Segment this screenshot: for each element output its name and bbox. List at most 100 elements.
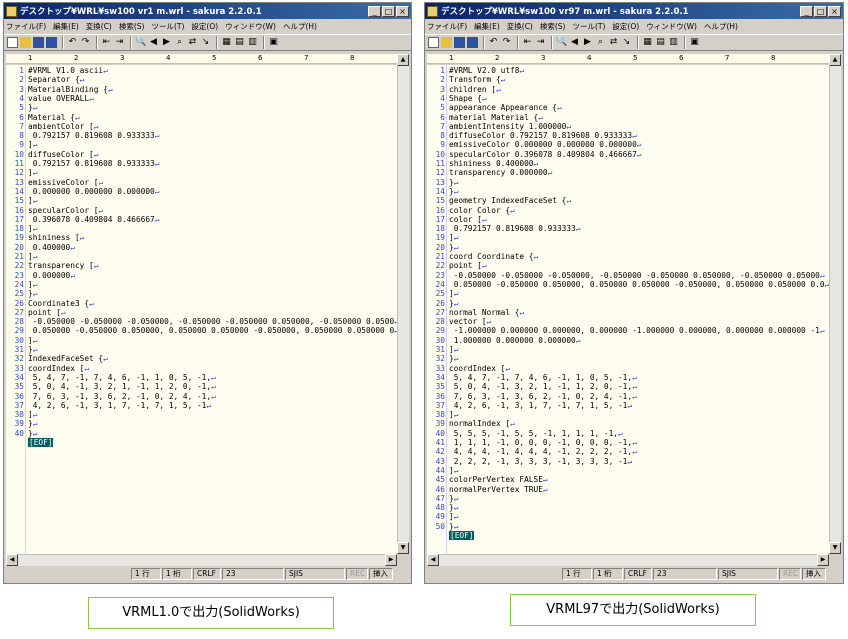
code-content: transparency 0.000000 (449, 168, 548, 178)
menu-help[interactable]: ヘルプ(H) (704, 21, 738, 32)
line-break-mark: ↵ (453, 345, 459, 354)
line-break-mark: ↵ (84, 363, 90, 373)
horizontal-scrollbar[interactable]: ◀ ▶ (427, 554, 829, 566)
search-prev-icon[interactable]: ◀ (569, 37, 580, 48)
code-line: 31}↵ (6, 345, 397, 354)
menu-edit[interactable]: 編集(E) (53, 21, 79, 32)
scroll-up-button[interactable]: ▲ (397, 54, 409, 66)
maximize-button[interactable]: □ (814, 5, 827, 17)
code-line: 10 diffuseColor [↵ (6, 150, 397, 159)
search-next-icon[interactable]: ▶ (161, 37, 172, 48)
new-file-icon[interactable] (428, 37, 439, 48)
replace-icon[interactable]: ⇄ (608, 37, 619, 48)
search-prev-icon[interactable]: ◀ (148, 37, 159, 48)
code-text: normal Normal {↵ (449, 308, 524, 317)
code-content: Material { (28, 112, 75, 122)
scroll-left-button[interactable]: ◀ (427, 554, 439, 566)
back-icon[interactable]: ⇤ (101, 37, 112, 48)
line-break-mark: ↵ (575, 335, 581, 345)
code-content: 4, 4, 4, -1, 4, 4, 4, -1, 2, 2, 2, -1, (449, 447, 633, 457)
settings-icon[interactable]: ▣ (268, 37, 279, 48)
line-break-mark: ↵ (93, 149, 99, 159)
code-line: 32}↵ (427, 354, 829, 363)
title-bar[interactable]: デスクトップ¥WRL¥sw100 vr97 m.wrl - sakura 2.2… (425, 3, 843, 19)
grep-icon[interactable]: ⌕ (174, 37, 185, 48)
search-next-icon[interactable]: ▶ (582, 37, 593, 48)
save-all-icon[interactable] (467, 37, 478, 48)
scroll-right-button[interactable]: ▶ (817, 554, 829, 566)
code-line: 14 0.000000 0.000000 0.000000↵ (6, 187, 397, 196)
code-content: vector [ (449, 317, 487, 327)
undo-icon[interactable]: ↶ (488, 37, 499, 48)
settings-icon[interactable]: ▣ (689, 37, 700, 48)
line-number: 38 (14, 410, 24, 420)
menu-file[interactable]: ファイル(F) (6, 21, 46, 32)
minimize-button[interactable]: _ (368, 5, 381, 17)
code-line: 15]↵ (6, 196, 397, 205)
new-file-icon[interactable] (7, 37, 18, 48)
jump-icon[interactable]: ↘ (200, 37, 211, 48)
line-number: 2 (19, 75, 24, 85)
line-number: 8 (19, 131, 24, 141)
menu-window[interactable]: ウィンドウ(W) (225, 21, 276, 32)
menu-convert[interactable]: 変換(C) (507, 21, 533, 32)
scroll-up-button[interactable]: ▲ (829, 54, 841, 66)
menu-help[interactable]: ヘルプ(H) (283, 21, 317, 32)
menu-file[interactable]: ファイル(F) (427, 21, 467, 32)
menu-search[interactable]: 検索(S) (119, 21, 145, 32)
save-icon[interactable] (454, 37, 465, 48)
line-break-mark: ↵ (519, 307, 525, 317)
compare-icon[interactable]: ▦ (642, 37, 653, 48)
open-folder-icon[interactable] (441, 37, 452, 48)
forward-icon[interactable]: ⇥ (535, 37, 546, 48)
scroll-down-button[interactable]: ▼ (397, 542, 409, 554)
line-number: 7 (440, 121, 445, 131)
line-break-mark: ↵ (32, 428, 38, 438)
vertical-scrollbar[interactable]: ▲ ▼ (397, 54, 409, 554)
back-icon[interactable]: ⇤ (522, 37, 533, 48)
close-button[interactable]: × (828, 5, 841, 17)
grep-icon[interactable]: ⌕ (595, 37, 606, 48)
menu-settings[interactable]: 設定(O) (612, 21, 639, 32)
menu-edit[interactable]: 編集(E) (474, 21, 500, 32)
horizontal-scrollbar[interactable]: ◀ ▶ (6, 554, 397, 566)
menu-tools[interactable]: ツール(T) (151, 21, 184, 32)
replace-icon[interactable]: ⇄ (187, 37, 198, 48)
close-button[interactable]: × (396, 5, 409, 17)
tag-jump-icon[interactable]: ▥ (668, 37, 679, 48)
scroll-left-button[interactable]: ◀ (6, 554, 18, 566)
window-title: デスクトップ¥WRL¥sw100 vr1 m.wrl - sakura 2.2.… (20, 7, 262, 17)
menu-window[interactable]: ウィンドウ(W) (646, 21, 697, 32)
vertical-scrollbar[interactable]: ▲ ▼ (829, 54, 841, 554)
code-line: 17 0.396078 0.409804 0.466667↵ (6, 215, 397, 224)
save-icon[interactable] (33, 37, 44, 48)
search-icon[interactable]: 🔍 (135, 37, 146, 48)
menu-convert[interactable]: 変換(C) (86, 21, 112, 32)
tag-jump-icon[interactable]: ▥ (247, 37, 258, 48)
open-folder-icon[interactable] (20, 37, 31, 48)
compare-icon[interactable]: ▦ (221, 37, 232, 48)
maximize-button[interactable]: □ (382, 5, 395, 17)
minimize-button[interactable]: _ (800, 5, 813, 17)
text-editor-area[interactable]: 1 #VRML V1.0 ascii↵ 2 Separator {↵ 3 Material… (6, 65, 397, 554)
menu-settings[interactable]: 設定(O) (191, 21, 218, 32)
title-bar[interactable]: デスクトップ¥WRL¥sw100 vr1 m.wrl - sakura 2.2.… (4, 3, 411, 19)
status-eol: CRLF (193, 568, 221, 580)
outline-icon[interactable]: ▤ (655, 37, 666, 48)
code-line: 6 Material {↵ (6, 113, 397, 122)
save-all-icon[interactable] (46, 37, 57, 48)
search-icon[interactable]: 🔍 (556, 37, 567, 48)
undo-icon[interactable]: ↶ (67, 37, 78, 48)
scroll-right-button[interactable]: ▶ (385, 554, 397, 566)
code-line: 44]↵ (427, 466, 829, 475)
menu-tools[interactable]: ツール(T) (572, 21, 605, 32)
scroll-down-button[interactable]: ▼ (829, 542, 841, 554)
redo-icon[interactable]: ↷ (80, 37, 91, 48)
text-editor-area[interactable]: 1 #VRML V2.0 utf8↵ 2 Transform {↵ 3 children … (427, 65, 829, 554)
outline-icon[interactable]: ▤ (234, 37, 245, 48)
redo-icon[interactable]: ↷ (501, 37, 512, 48)
menu-search[interactable]: 検索(S) (540, 21, 566, 32)
line-break-mark: ↵ (93, 261, 99, 271)
jump-icon[interactable]: ↘ (621, 37, 632, 48)
forward-icon[interactable]: ⇥ (114, 37, 125, 48)
